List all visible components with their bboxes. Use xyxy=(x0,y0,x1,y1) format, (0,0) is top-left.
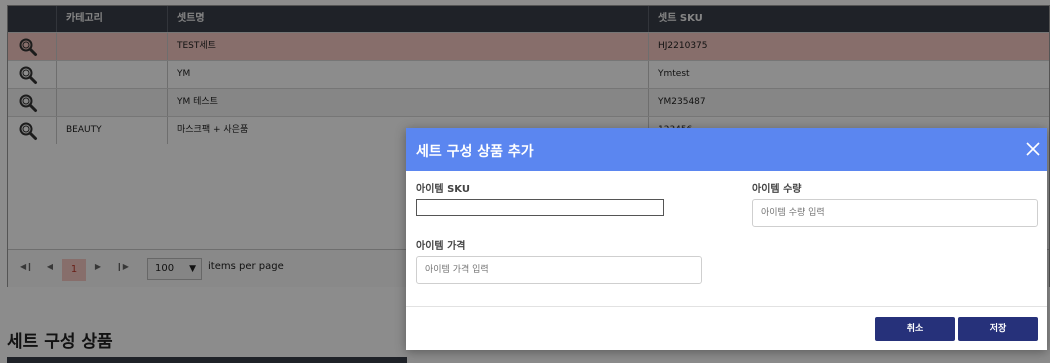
item-sku-label: 아이템 SKU xyxy=(416,184,470,195)
modal-footer: 취소 저장 xyxy=(406,306,1047,350)
item-sku-input[interactable] xyxy=(416,199,664,216)
save-button[interactable]: 저장 xyxy=(958,317,1038,341)
item-price-input[interactable] xyxy=(416,256,702,284)
modal-header: 세트 구성 상품 추가 xyxy=(406,128,1047,171)
modal-title: 세트 구성 상품 추가 xyxy=(416,144,534,160)
cancel-button[interactable]: 취소 xyxy=(875,317,955,341)
item-price-label: 아이템 가격 xyxy=(416,241,466,252)
close-icon[interactable] xyxy=(1024,140,1042,158)
item-qty-label: 아이템 수량 xyxy=(752,184,802,195)
add-set-item-modal: 세트 구성 상품 추가 아이템 SKU 아이템 수량 아이템 가격 취소 저장 xyxy=(406,128,1047,350)
item-qty-input[interactable] xyxy=(752,199,1038,227)
